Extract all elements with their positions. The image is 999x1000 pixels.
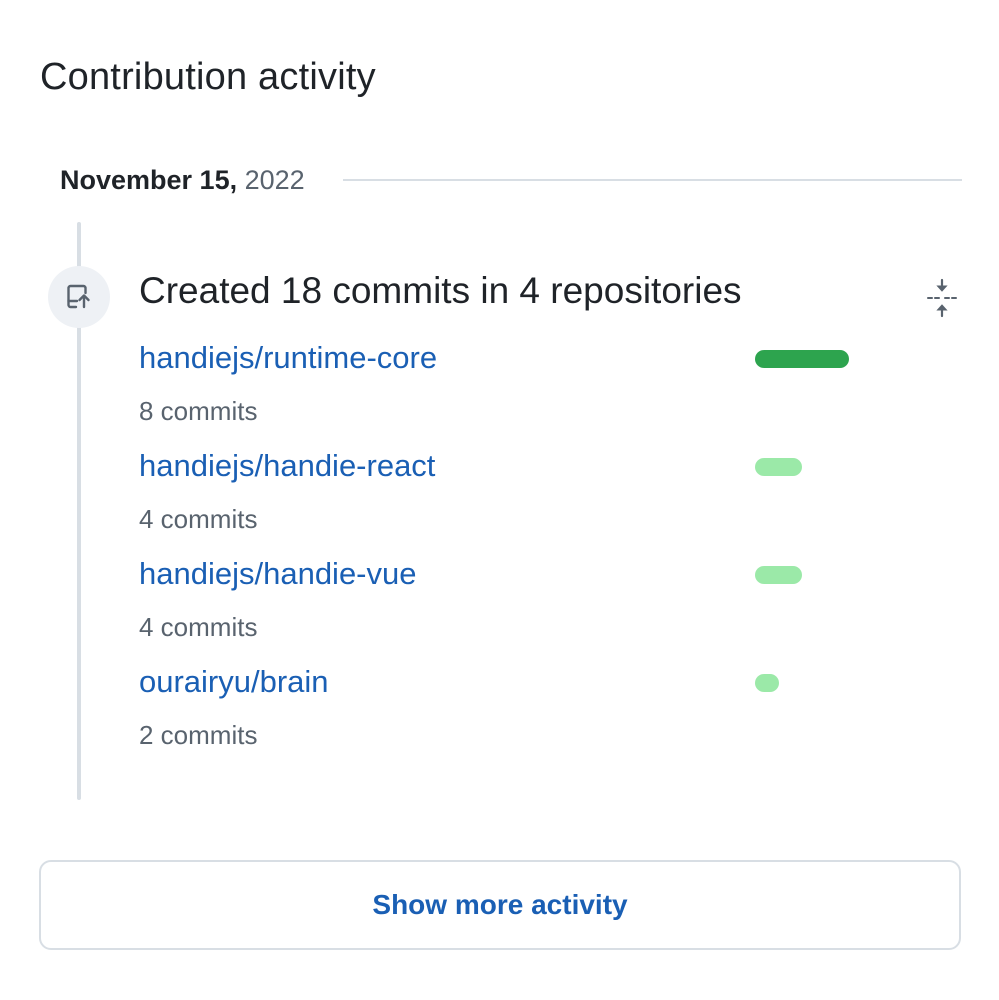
- show-more-activity-button[interactable]: Show more activity: [39, 860, 961, 950]
- repository-link[interactable]: handiejs/handie-react: [139, 448, 435, 484]
- commit-share-bar: [755, 566, 802, 584]
- date-group-header: November 15, 2022: [60, 160, 962, 200]
- repository-item: ourairyu/brain 2 commits: [139, 664, 899, 772]
- date-divider: [342, 179, 962, 181]
- date-month-day: November 15,: [60, 164, 238, 195]
- repository-item: handiejs/handie-react 4 commits: [139, 448, 899, 556]
- collapse-button[interactable]: [920, 276, 964, 320]
- commit-share-bar: [755, 350, 849, 368]
- event-badge: [48, 266, 110, 328]
- repository-link[interactable]: handiejs/runtime-core: [139, 340, 437, 376]
- commit-share-bar: [755, 458, 802, 476]
- date-label: November 15, 2022: [60, 165, 305, 196]
- commit-count: 2 commits: [139, 720, 258, 750]
- repository-item: handiejs/handie-vue 4 commits: [139, 556, 899, 664]
- commit-count: 8 commits: [139, 396, 258, 426]
- fold-icon: [927, 278, 957, 318]
- date-year: 2022: [244, 164, 305, 195]
- section-title: Contribution activity: [40, 56, 376, 98]
- repository-link[interactable]: handiejs/handie-vue: [139, 556, 417, 592]
- repo-push-icon: [67, 284, 90, 309]
- event-title: Created 18 commits in 4 repositories: [139, 270, 742, 311]
- commit-count: 4 commits: [139, 612, 258, 642]
- commit-share-bar: [755, 674, 779, 692]
- repository-item: handiejs/runtime-core 8 commits: [139, 340, 899, 448]
- contribution-activity-page: Contribution activity November 15, 2022 …: [0, 0, 999, 1000]
- repository-link[interactable]: ourairyu/brain: [139, 664, 329, 700]
- commit-count: 4 commits: [139, 504, 258, 534]
- repository-list: handiejs/runtime-core 8 commits handiejs…: [139, 340, 899, 772]
